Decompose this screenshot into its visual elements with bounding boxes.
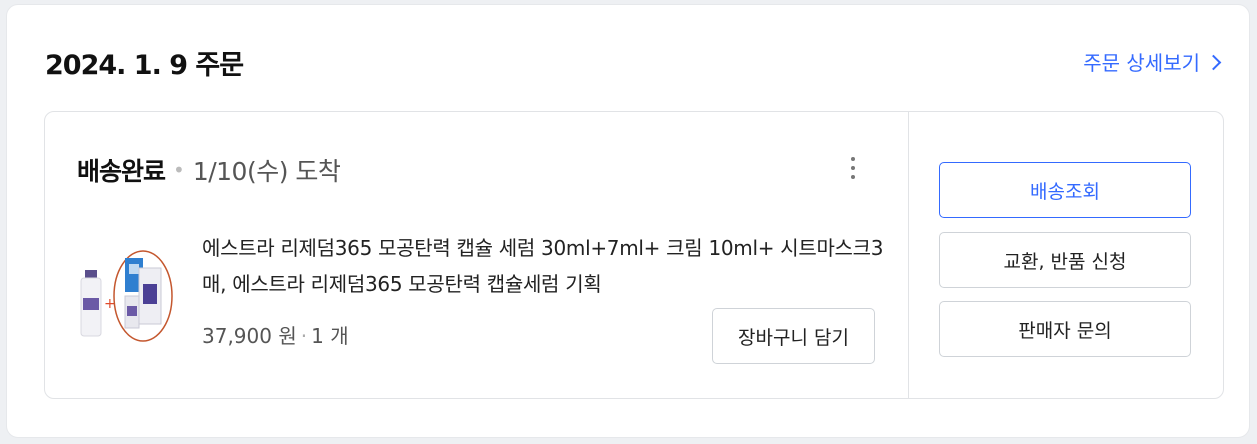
product-thumbnail[interactable]: + bbox=[77, 248, 175, 344]
separator-dot: • bbox=[173, 158, 185, 182]
order-card: 2024. 1. 9 주문 주문 상세보기 배송완료 • 1/10(수) 도착 … bbox=[6, 4, 1250, 438]
delivery-status: 배송완료 bbox=[77, 157, 166, 186]
order-date-title: 2024. 1. 9 주문 bbox=[45, 50, 244, 81]
price-quantity-row: 37,900 원 · 1 개 bbox=[202, 320, 349, 349]
shipment-status-row: 배송완료 • 1/10(수) 도착 bbox=[77, 152, 341, 188]
product-quantity: 1 개 bbox=[311, 324, 349, 348]
kebab-menu-icon[interactable] bbox=[845, 157, 861, 187]
seller-inquiry-button[interactable]: 판매자 문의 bbox=[939, 301, 1191, 357]
exchange-return-button[interactable]: 교환, 반품 신청 bbox=[939, 232, 1191, 288]
add-to-cart-button[interactable]: 장바구니 담기 bbox=[712, 308, 875, 364]
arrival-date: 1/10(수) 도착 bbox=[192, 157, 341, 186]
separator-dot: · bbox=[300, 324, 308, 348]
chevron-right-icon bbox=[1205, 54, 1222, 70]
track-delivery-button[interactable]: 배송조회 bbox=[939, 162, 1191, 218]
product-price: 37,900 원 bbox=[202, 324, 297, 348]
shipment-card: 배송완료 • 1/10(수) 도착 + 에스트라 리제덤365 모공탄력 캡슐 … bbox=[44, 111, 1224, 399]
product-name[interactable]: 에스트라 리제덤365 모공탄력 캡슐 세럼 30ml+7ml+ 크림 10ml… bbox=[202, 230, 892, 302]
vertical-divider bbox=[908, 112, 909, 398]
order-detail-link[interactable]: 주문 상세보기 bbox=[1083, 47, 1222, 76]
order-detail-label: 주문 상세보기 bbox=[1083, 51, 1200, 75]
